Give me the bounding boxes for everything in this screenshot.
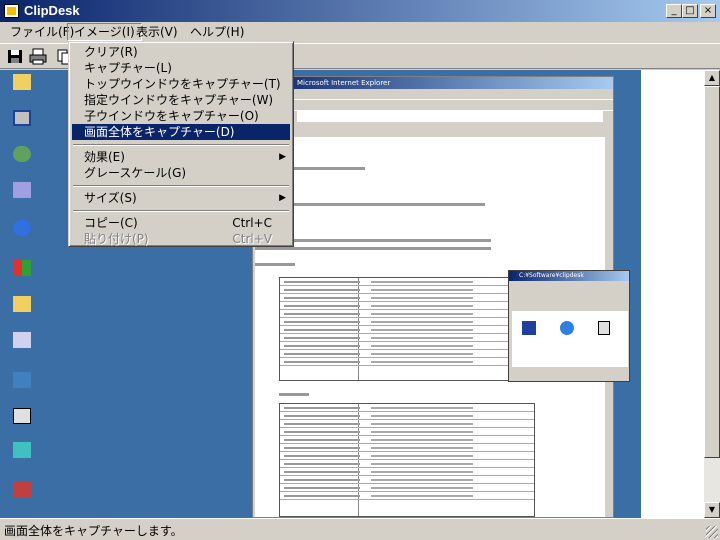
menu-item-grayscale[interactable]: グレースケール(G) bbox=[72, 165, 290, 181]
menu-view[interactable]: 表示(V) bbox=[130, 23, 184, 41]
minimize-button[interactable]: _ bbox=[666, 4, 682, 18]
menu-item-clear[interactable]: クリア(R) bbox=[72, 44, 290, 60]
desktop-icon-computer bbox=[8, 110, 36, 134]
desktop-icon-outlook bbox=[8, 332, 36, 356]
menu-item-paste: 貼り付け(P) Ctrl+V bbox=[84, 232, 272, 246]
scroll-thumb[interactable] bbox=[704, 86, 720, 458]
status-bar: 画面全体をキャプチャーします。 bbox=[0, 518, 720, 540]
vertical-scrollbar[interactable]: ▲ ▼ bbox=[704, 70, 720, 518]
close-button[interactable]: × bbox=[700, 4, 716, 18]
resize-grip[interactable] bbox=[706, 526, 718, 538]
menu-item-capture-child-window[interactable]: 子ウインドウをキャプチャー(O) bbox=[72, 108, 290, 124]
desktop-icon-recycle bbox=[8, 182, 36, 206]
menu-separator bbox=[73, 185, 289, 187]
desktop-icon-folder bbox=[8, 74, 36, 98]
menu-item-capture-specified-window[interactable]: 指定ウインドウをキャプチャー(W) bbox=[72, 92, 290, 108]
menu-separator bbox=[73, 144, 289, 146]
menu-separator bbox=[73, 210, 289, 212]
menu-item-size[interactable]: サイズ(S) ▶ bbox=[72, 190, 290, 206]
desktop-icon-ie bbox=[8, 220, 36, 244]
shortcut-paste: Ctrl+V bbox=[232, 232, 272, 246]
desktop-icon-folder-2 bbox=[8, 296, 36, 320]
submenu-arrow-icon: ▶ bbox=[279, 152, 286, 162]
menu-item-effects[interactable]: 効果(E) ▶ bbox=[72, 149, 290, 165]
submenu-arrow-icon: ▶ bbox=[279, 193, 286, 203]
print-icon[interactable] bbox=[28, 47, 48, 66]
shortcut-copy: Ctrl+C bbox=[232, 216, 272, 230]
menu-item-copy[interactable]: コピー(C) Ctrl+C bbox=[72, 215, 290, 231]
desktop-icon-windows bbox=[8, 260, 36, 284]
desktop-icon-network bbox=[8, 146, 36, 170]
captured-explorer-title: C:¥Software¥clipdesk bbox=[509, 271, 629, 281]
desktop-icon-app-2 bbox=[8, 442, 36, 466]
desktop-icon-media bbox=[8, 372, 36, 396]
captured-explorer-window: C:¥Software¥clipdesk bbox=[508, 270, 630, 382]
menu-help[interactable]: ヘルプ(H) bbox=[184, 23, 250, 41]
menu-item-capture[interactable]: キャプチャー(L) bbox=[72, 60, 290, 76]
desktop-icon-app bbox=[8, 408, 36, 432]
window-title: ClipDesk bbox=[24, 3, 80, 18]
image-menu-dropdown: クリア(R) キャプチャー(L) トップウインドウをキャプチャー(T) 指定ウイ… bbox=[68, 41, 294, 247]
captured-browser-title: Microsoft Internet Explorer bbox=[253, 77, 613, 89]
scroll-down-button[interactable]: ▼ bbox=[704, 502, 720, 518]
save-icon[interactable] bbox=[5, 47, 25, 66]
app-icon[interactable] bbox=[4, 4, 19, 18]
menu-bar: ファイル(F) イメージ(I) 表示(V) ヘルプ(H) bbox=[0, 22, 720, 42]
menu-item-capture-top-window[interactable]: トップウインドウをキャプチャー(T) bbox=[72, 76, 290, 92]
desktop-icon-app-3 bbox=[8, 482, 36, 506]
maximize-button[interactable]: □ bbox=[682, 4, 698, 18]
status-text: 画面全体をキャプチャーします。 bbox=[4, 524, 183, 538]
menu-item-capture-full-screen[interactable]: 画面全体をキャプチャー(D) bbox=[72, 124, 290, 140]
title-bar: ClipDesk _ □ × bbox=[0, 0, 720, 22]
scroll-up-button[interactable]: ▲ bbox=[704, 70, 720, 86]
